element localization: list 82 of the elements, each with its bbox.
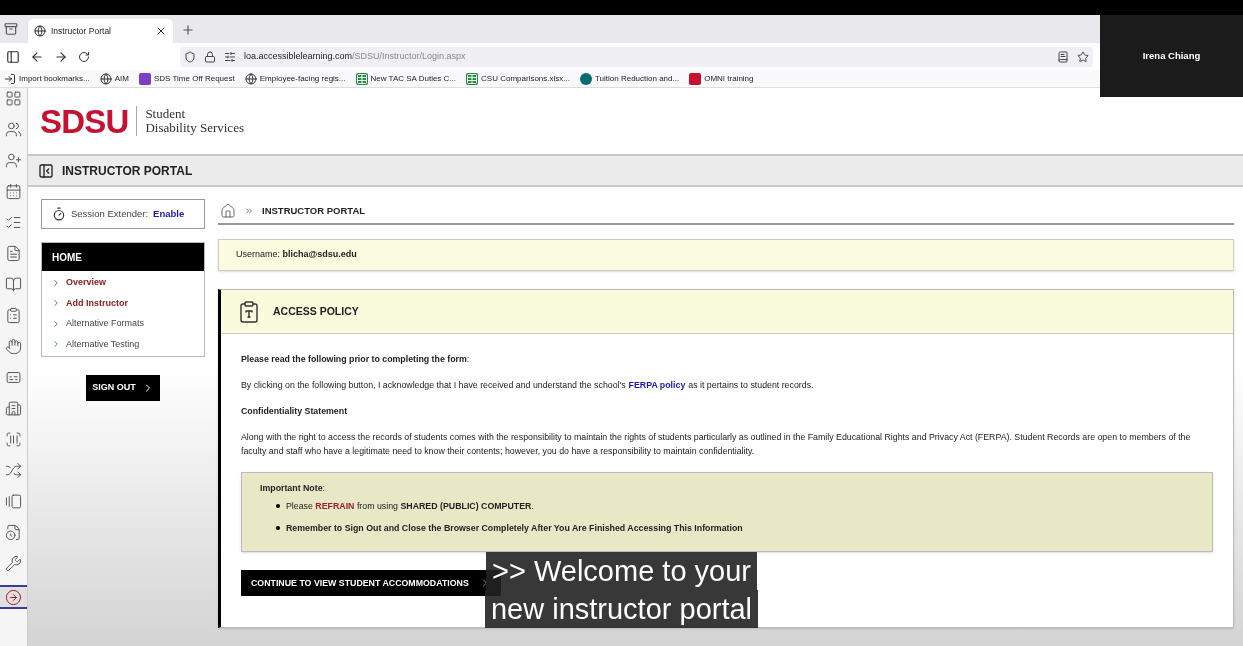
bookmark-link[interactable]: Import bookmarks... bbox=[19, 72, 90, 85]
add-user-icon bbox=[5, 151, 22, 169]
policy-title: ACCESS POLICY bbox=[273, 303, 359, 319]
statement-text: Along with the right to access the records of students comes with the responsibility to maintain the rights of students particularly as outlined in the Family Educational Rights and Privacy Act (FERPA). Student Records are open to members of the faculty and staff who have a legitimate need to know their contents; however, you do have a responsibility to maintain confidentiality. bbox=[241, 431, 1192, 458]
shuffle-icon bbox=[5, 461, 22, 479]
chevron-icon bbox=[51, 318, 61, 329]
cards-icon bbox=[5, 492, 22, 510]
breadcrumb-separator-icon bbox=[244, 206, 254, 216]
hand-icon bbox=[5, 337, 22, 355]
logo-subtitle: Disability Services bbox=[145, 121, 244, 135]
grid-icon bbox=[5, 89, 22, 107]
stopwatch-icon bbox=[52, 207, 66, 221]
bookmark-link[interactable]: Tuition Reduction and... bbox=[594, 72, 680, 85]
permissions-icon bbox=[224, 50, 236, 63]
lock-icon bbox=[204, 50, 216, 63]
url-text: loa.accessiblelearning.com/SDSU/Instructor/Login.aspx bbox=[244, 49, 467, 63]
ferpa-link[interactable]: FERPA policy bbox=[628, 378, 686, 392]
logo-wordmark: SDSU bbox=[40, 104, 129, 138]
note-item: Remember to Sign Out and Close the Browser Completely After You Are Finished Accessing This Information bbox=[286, 522, 743, 535]
nav-link[interactable]: Alternative Testing bbox=[66, 337, 140, 351]
globe-icon bbox=[244, 72, 257, 85]
bookmark-link[interactable]: Employee-facing regis... bbox=[259, 72, 346, 85]
chevron-icon bbox=[51, 277, 61, 288]
import-icon bbox=[4, 72, 16, 85]
reload-icon[interactable] bbox=[78, 50, 90, 63]
session-label: Session Extender: bbox=[71, 206, 149, 221]
calendar-icon bbox=[5, 182, 22, 200]
collapse-icon[interactable] bbox=[38, 162, 54, 179]
clipboard-icon bbox=[237, 299, 261, 324]
browser-tab[interactable]: Instructor Portal bbox=[28, 19, 173, 43]
home-icon[interactable] bbox=[220, 203, 236, 219]
new-tab-icon[interactable] bbox=[181, 23, 195, 37]
globe-icon bbox=[34, 25, 46, 37]
forward-icon[interactable] bbox=[54, 49, 68, 64]
star-icon[interactable] bbox=[1077, 50, 1089, 63]
chevron-icon bbox=[51, 339, 61, 350]
sidebar-icon[interactable] bbox=[6, 49, 20, 64]
users-icon bbox=[5, 120, 22, 138]
username-text: Username: blicha@sdsu.edu bbox=[236, 248, 357, 262]
back-icon[interactable] bbox=[30, 49, 44, 64]
clipboard-icon bbox=[5, 306, 22, 324]
close-icon[interactable] bbox=[155, 25, 167, 37]
nav-link[interactable]: Add Instructor bbox=[66, 296, 128, 310]
chevron-icon bbox=[51, 298, 61, 309]
share-icon bbox=[579, 72, 592, 85]
address-bar[interactable]: loa.accessiblelearning.com/SDSU/Instructor/Login.aspx bbox=[180, 46, 1093, 67]
participant-name: Irena Chiang bbox=[1142, 48, 1201, 63]
tab-groups-icon[interactable] bbox=[4, 22, 18, 36]
logo-subtitle: Student bbox=[145, 107, 187, 121]
note-title: Important Note: bbox=[260, 483, 325, 493]
acknowledgement-text: as it pertains to student records. bbox=[688, 379, 814, 392]
nav-header: HOME bbox=[42, 243, 204, 271]
book-icon bbox=[5, 275, 22, 293]
rail-button[interactable] bbox=[0, 585, 27, 609]
shield-icon bbox=[184, 50, 196, 63]
bookmark-link[interactable]: New TAC SA Duties C... bbox=[370, 72, 457, 85]
nav-link[interactable]: Alternative Formats bbox=[66, 317, 145, 331]
bookmark-link[interactable]: SDS Time Off Request bbox=[153, 72, 235, 85]
bookmark-link[interactable]: CSU Comparisons.xlsx... bbox=[481, 72, 570, 85]
note-item: Please REFRAIN from using SHARED (PUBLIC) COMPUTER. bbox=[286, 500, 534, 513]
tools-icon bbox=[5, 554, 22, 572]
bookmark-link[interactable]: AIM bbox=[114, 72, 129, 85]
portal-title: INSTRUCTOR PORTAL bbox=[62, 162, 193, 180]
form-icon bbox=[138, 72, 151, 85]
globe-icon bbox=[99, 72, 112, 85]
bullet-icon bbox=[276, 504, 280, 508]
building-icon bbox=[5, 399, 22, 417]
bookmark-link[interactable]: OMNI training bbox=[704, 72, 754, 85]
barcode-icon bbox=[5, 430, 22, 448]
nav-link[interactable]: Overview bbox=[66, 276, 107, 290]
bullet-icon bbox=[276, 526, 280, 530]
intro-text: Please read the following prior to completing the form: bbox=[241, 353, 471, 366]
statement-heading: Confidentiality Statement bbox=[241, 405, 349, 418]
document-icon bbox=[5, 244, 22, 262]
file-clock-icon bbox=[5, 523, 22, 541]
tab-title: Instructor Portal bbox=[51, 24, 112, 38]
enable-link[interactable]: Enable bbox=[153, 206, 185, 222]
reader-icon[interactable] bbox=[1057, 50, 1069, 63]
sign-out-button[interactable]: SIGN OUT bbox=[86, 375, 160, 401]
acknowledgement-text: By clicking on the following button, I acknowledge that I have received and understand the school's bbox=[241, 379, 626, 392]
breadcrumb-text: INSTRUCTOR PORTAL bbox=[262, 203, 366, 218]
bookmark-logo-icon bbox=[689, 72, 702, 85]
